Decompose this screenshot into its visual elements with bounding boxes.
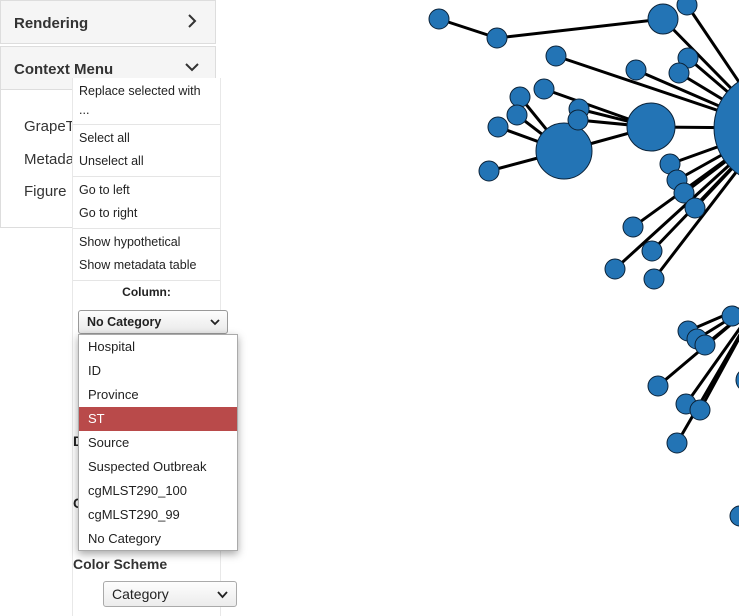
- rendering-panel-header[interactable]: Rendering: [0, 0, 216, 44]
- menu-item-select-all[interactable]: Select all: [79, 131, 130, 145]
- sidebar-link-grapetree[interactable]: GrapeT: [24, 118, 75, 135]
- dropdown-option-cgmlst290-99[interactable]: cgMLST290_99: [79, 503, 237, 527]
- dropdown-option-source[interactable]: Source: [79, 431, 237, 455]
- tree-node[interactable]: [676, 0, 698, 16]
- tree-node[interactable]: [428, 8, 450, 30]
- column-select[interactable]: No Category: [78, 310, 228, 334]
- dropdown-option-province[interactable]: Province: [79, 383, 237, 407]
- menu-item-go-to-left[interactable]: Go to left: [79, 183, 130, 197]
- column-select-value: No Category: [87, 315, 162, 329]
- dropdown-option-hospital[interactable]: Hospital: [79, 335, 237, 359]
- menu-divider: [73, 124, 220, 125]
- color-scheme-select[interactable]: Category: [103, 581, 237, 607]
- context-menu-title: Context Menu: [14, 61, 114, 78]
- tree-node[interactable]: [567, 109, 589, 131]
- dropdown-option-id[interactable]: ID: [79, 359, 237, 383]
- tree-node[interactable]: [535, 122, 593, 180]
- tree-node[interactable]: [545, 45, 567, 67]
- tree-node[interactable]: [625, 59, 647, 81]
- tree-node[interactable]: [626, 102, 676, 152]
- tree-node[interactable]: [721, 305, 739, 327]
- tree-node[interactable]: [694, 334, 716, 356]
- dropdown-option-suspected-outbreak[interactable]: Suspected Outbreak: [79, 455, 237, 479]
- color-scheme-label: Color Scheme: [73, 556, 168, 572]
- dropdown-option-no-category[interactable]: No Category: [79, 527, 237, 551]
- column-dropdown-list[interactable]: Hospital ID Province ST Source Suspected…: [78, 334, 238, 551]
- tree-edges: [438, 4, 739, 444]
- tree-node[interactable]: [487, 116, 509, 138]
- tree-node[interactable]: [622, 216, 644, 238]
- tree-node[interactable]: [509, 86, 531, 108]
- tree-node[interactable]: [684, 197, 706, 219]
- dropdown-option-st[interactable]: ST: [79, 407, 237, 431]
- menu-item-show-metadata-table[interactable]: Show metadata table: [79, 258, 196, 272]
- tree-node[interactable]: [647, 375, 669, 397]
- tree-node[interactable]: [668, 62, 690, 84]
- rendering-title: Rendering: [14, 15, 89, 32]
- menu-divider: [73, 176, 220, 177]
- color-scheme-value: Category: [112, 586, 169, 602]
- tree-node[interactable]: [729, 505, 739, 527]
- menu-item-unselect-all[interactable]: Unselect all: [79, 154, 144, 168]
- tree-node[interactable]: [604, 258, 626, 280]
- tree-node[interactable]: [666, 432, 688, 454]
- tree-node[interactable]: [486, 27, 508, 49]
- column-label: Column:: [122, 285, 171, 299]
- menu-item-show-hypothetical[interactable]: Show hypothetical: [79, 235, 180, 249]
- chevron-down-icon: [217, 591, 228, 599]
- tree-node[interactable]: [643, 268, 665, 290]
- menu-divider: [73, 280, 220, 281]
- tree-node[interactable]: [478, 160, 500, 182]
- dropdown-option-cgmlst290-100[interactable]: cgMLST290_100: [79, 479, 237, 503]
- tree-node[interactable]: [641, 240, 663, 262]
- sidebar-link-figure[interactable]: Figure: [24, 183, 67, 200]
- tree-node[interactable]: [506, 104, 528, 126]
- tree-nodes: [428, 0, 739, 527]
- tree-edge: [496, 17, 664, 40]
- sidebar-link-metadata[interactable]: Metada: [24, 151, 74, 168]
- chevron-down-icon[interactable]: [183, 58, 201, 76]
- menu-item-replace-selected-ellipsis[interactable]: ...: [79, 103, 89, 117]
- tree-node[interactable]: [647, 3, 679, 35]
- menu-item-replace-selected[interactable]: Replace selected with: [79, 84, 201, 98]
- tree-node[interactable]: [533, 78, 555, 100]
- chevron-right-icon[interactable]: [183, 12, 201, 30]
- chevron-down-icon: [210, 319, 220, 326]
- tree-node[interactable]: [689, 399, 711, 421]
- menu-divider: [73, 228, 220, 229]
- menu-item-go-to-right[interactable]: Go to right: [79, 206, 137, 220]
